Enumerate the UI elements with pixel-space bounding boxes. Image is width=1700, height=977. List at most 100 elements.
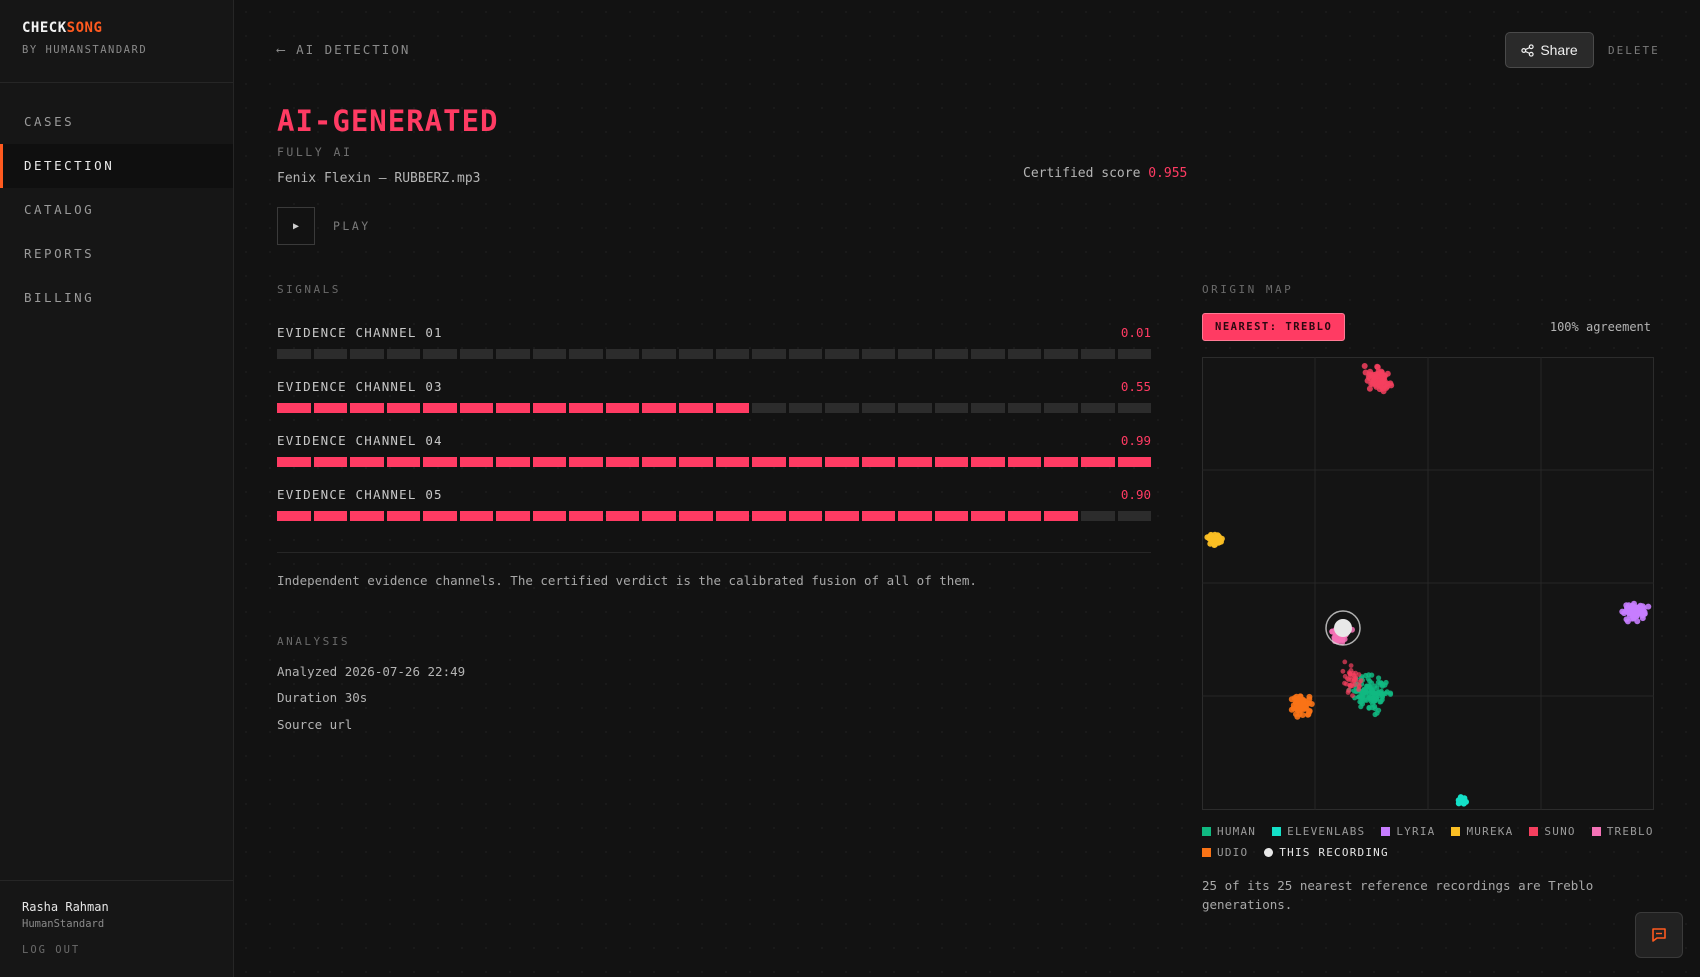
this-recording-point[interactable]: [1334, 619, 1352, 637]
user-divider: [0, 880, 233, 881]
legend-swatch: [1202, 827, 1211, 836]
signal-segment: [386, 349, 421, 359]
signal-segment: [1044, 511, 1079, 521]
signal-segment: [1081, 349, 1115, 359]
signal-label: EVIDENCE CHANNEL 03: [277, 379, 443, 394]
signal-bar: [277, 403, 1152, 413]
sidebar-item-detection[interactable]: DETECTION: [0, 144, 233, 188]
signal-segment: [1117, 457, 1152, 467]
map-point-udio: [1308, 701, 1315, 707]
signal-segment: [788, 457, 823, 467]
signal-segment: [1007, 457, 1042, 467]
signal-segment: [386, 457, 421, 467]
signal-segment: [898, 403, 932, 413]
signal-segment: [1007, 511, 1042, 521]
sidebar-item-reports[interactable]: REPORTS: [0, 232, 233, 276]
map-point-udio: [1304, 711, 1311, 718]
signal-row: EVIDENCE CHANNEL 03 0.55: [277, 379, 1152, 413]
signal-segment: [350, 349, 384, 359]
sidebar-item-catalog[interactable]: CATALOG: [0, 188, 233, 232]
play-label[interactable]: PLAY: [333, 219, 371, 233]
signal-segment: [934, 403, 969, 413]
back-link[interactable]: ⟵ AI DETECTION: [277, 42, 410, 57]
signal-segment: [350, 511, 384, 521]
share-button[interactable]: Share: [1505, 32, 1594, 68]
signal-label: EVIDENCE CHANNEL 01: [277, 325, 443, 340]
signal-segment: [1007, 403, 1042, 413]
signal-segment: [532, 349, 567, 359]
signal-row: EVIDENCE CHANNEL 05 0.90: [277, 487, 1152, 521]
play-button[interactable]: ▶: [277, 207, 315, 245]
signal-value: 0.99: [1120, 433, 1151, 448]
signal-segment: [386, 403, 421, 413]
signals-note: Independent evidence channels. The certi…: [277, 573, 977, 588]
signal-segment: [861, 511, 896, 521]
signal-segment: [752, 403, 786, 413]
map-point-udio: [1300, 699, 1307, 706]
signal-segment: [1007, 349, 1042, 359]
signal-segment: [569, 403, 603, 413]
map-point-suno: [1346, 688, 1351, 693]
signal-segment: [386, 511, 421, 521]
origin-map[interactable]: [1202, 357, 1654, 810]
brand-name: CHECKSONG: [22, 20, 103, 36]
signal-segment: [679, 511, 713, 521]
map-point-suno: [1340, 668, 1346, 674]
map-point-suno: [1366, 385, 1373, 392]
sidebar-item-billing[interactable]: BILLING: [0, 276, 233, 320]
map-point-suno: [1342, 680, 1347, 686]
legend-item-treblo: TREBLO: [1591, 825, 1654, 838]
brand-logo[interactable]: CHECKSONG BY HUMANSTANDARD: [22, 20, 147, 56]
map-point-suno: [1342, 674, 1348, 679]
certified-score-value: 0.955: [1148, 166, 1188, 181]
signal-segment: [496, 511, 530, 521]
signal-segment: [788, 403, 823, 413]
signal-segment: [532, 457, 567, 467]
map-point-suno: [1350, 693, 1355, 698]
map-point-suno: [1361, 363, 1368, 369]
map-point-lyria: [1629, 615, 1635, 622]
map-point-suno: [1374, 363, 1381, 370]
legend-swatch: [1529, 827, 1539, 836]
legend-item-human: HUMAN: [1202, 825, 1256, 838]
back-label: AI DETECTION: [296, 42, 411, 57]
signal-row: EVIDENCE CHANNEL 01 0.01: [277, 325, 1152, 359]
signal-segment: [459, 403, 494, 413]
signal-segment: [934, 457, 969, 467]
signal-segment: [861, 403, 896, 413]
sidebar-item-cases[interactable]: CASES: [0, 100, 233, 144]
map-point-suno: [1348, 663, 1354, 668]
signal-segment: [679, 349, 713, 359]
map-point-suno: [1342, 659, 1348, 665]
map-point-human: [1379, 680, 1385, 687]
signal-value: 0.90: [1120, 487, 1151, 502]
signal-segment: [277, 403, 311, 413]
legend-item-suno: SUNO: [1529, 825, 1575, 838]
map-point-lyria: [1631, 600, 1637, 607]
signal-segment: [898, 511, 932, 521]
signal-segment: [898, 457, 932, 467]
signal-segment: [1117, 511, 1152, 521]
arrow-left-icon: ⟵: [277, 42, 287, 57]
chat-button[interactable]: [1635, 912, 1683, 958]
signal-segment: [1044, 403, 1079, 413]
signal-segment: [788, 349, 823, 359]
origin-map-title: ORIGIN MAP: [1202, 283, 1294, 296]
signal-segment: [715, 349, 750, 359]
delete-button[interactable]: DELETE: [1608, 44, 1660, 57]
signal-segment: [313, 349, 348, 359]
logout-button[interactable]: LOG OUT: [22, 944, 109, 956]
map-point-elevenlabs: [1461, 795, 1468, 802]
map-point-human: [1370, 695, 1376, 702]
map-legend: HUMAN ELEVENLABS LYRIA MUREKA SUNO TREBL…: [1202, 825, 1662, 859]
signal-segment: [569, 349, 603, 359]
share-icon: [1521, 43, 1534, 57]
signal-segment: [642, 403, 677, 413]
signal-segment: [752, 511, 786, 521]
signal-segment: [715, 403, 750, 413]
map-point-suno: [1384, 383, 1391, 390]
signal-segment: [350, 403, 384, 413]
signal-segment: [423, 457, 457, 467]
map-point-human: [1360, 687, 1367, 693]
certified-label: Certified score: [1023, 166, 1141, 181]
